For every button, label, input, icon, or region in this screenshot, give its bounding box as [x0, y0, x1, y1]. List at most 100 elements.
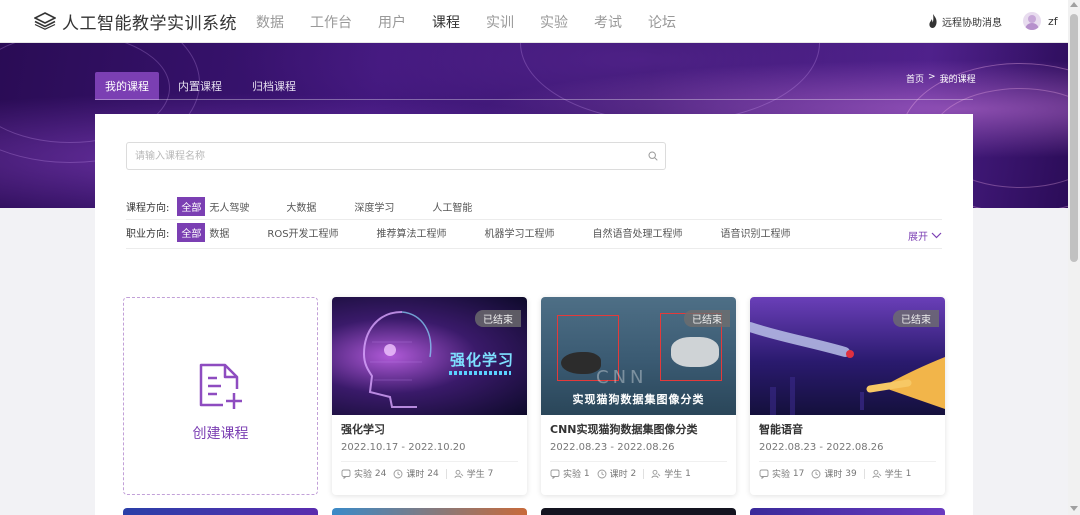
banner-swirl — [520, 43, 820, 123]
filter-divider — [126, 219, 942, 220]
course-stats: 实验 1 课时 2 学生 1 — [550, 467, 698, 480]
expand-filters-button[interactable]: 展开 — [908, 228, 942, 243]
career-chip-data[interactable]: 数据 — [209, 225, 229, 240]
career-chip-ml[interactable]: 机器学习工程师 — [485, 225, 555, 240]
search-icon[interactable] — [648, 151, 658, 161]
course-card-partial[interactable] — [750, 508, 945, 515]
course-panel: 课程方向: 全部 无人驾驶 大数据 深度学习 人工智能 职业方向: 全部 数据 … — [95, 114, 973, 515]
direction-chip-ai[interactable]: 人工智能 — [432, 199, 472, 214]
status-badge: 已结束 — [893, 310, 939, 327]
direction-filter-row: 课程方向: 全部 无人驾驶 大数据 深度学习 人工智能 — [126, 196, 472, 216]
app-logo[interactable]: 人工智能教学实训系统 — [34, 9, 237, 34]
user-icon — [454, 469, 464, 478]
user-icon — [872, 469, 882, 478]
breadcrumb: 首页 > 我的课程 — [906, 72, 980, 85]
search-input[interactable] — [127, 143, 627, 169]
status-badge: 已结束 — [475, 310, 521, 327]
create-course-card[interactable]: 创建课程 — [123, 297, 318, 495]
layers-icon — [34, 12, 56, 30]
course-stats: 实验 17 课时 39 学生 1 — [759, 467, 918, 480]
thumbnail-title: 强化学习 — [450, 351, 515, 369]
direction-filter-label: 课程方向: — [126, 202, 170, 214]
nav-item-training[interactable]: 实训 — [486, 12, 514, 32]
course-thumbnail: 已结束 — [750, 297, 945, 415]
course-thumbnail: CNN 实现猫狗数据集图像分类 已结束 — [541, 297, 736, 415]
direction-chip-all[interactable]: 全部 — [177, 196, 206, 216]
avatar — [1023, 12, 1041, 30]
course-dates: 2022.10.17 - 2022.10.20 — [341, 442, 466, 453]
clock-icon — [597, 469, 607, 478]
nav-item-courses[interactable]: 课程 — [432, 12, 460, 32]
search-box — [126, 142, 666, 170]
nav-item-exams[interactable]: 考试 — [594, 12, 622, 32]
breadcrumb-separator: > — [928, 72, 936, 82]
career-chip-ros[interactable]: ROS开发工程师 — [267, 225, 338, 240]
stat-separator — [445, 468, 447, 479]
card-divider — [550, 461, 727, 462]
thumbnail-title: 实现猫狗数据集图像分类 — [572, 393, 705, 406]
tab-archived-courses[interactable]: 归档课程 — [241, 72, 307, 100]
tab-builtin-courses[interactable]: 内置课程 — [167, 72, 233, 100]
tab-my-courses[interactable]: 我的课程 — [95, 72, 159, 100]
status-badge: 已结束 — [684, 310, 730, 327]
career-filter-row: 职业方向: 全部 数据 ROS开发工程师 推荐算法工程师 机器学习工程师 自然语… — [126, 222, 791, 242]
course-card-partial[interactable] — [541, 508, 736, 515]
students-count: 学生 1 — [651, 467, 691, 480]
career-chip-all[interactable]: 全部 — [177, 222, 206, 242]
remote-help-label: 远程协助消息 — [942, 17, 1002, 29]
scroll-up-arrow-icon[interactable] — [1070, 2, 1078, 7]
course-card-partial[interactable] — [123, 508, 318, 515]
create-course-label: 创建课程 — [192, 426, 249, 442]
main-nav: 数据 工作台 用户 课程 实训 实验 考试 论坛 — [256, 12, 702, 32]
breadcrumb-home[interactable]: 首页 — [906, 72, 924, 85]
card-divider — [341, 461, 518, 462]
course-stats: 实验 24 课时 24 学生 7 — [341, 467, 500, 480]
thumbnail-watermark: CNN — [596, 367, 648, 388]
course-dates: 2022.08.23 - 2022.08.26 — [550, 442, 675, 453]
nav-item-workbench[interactable]: 工作台 — [310, 12, 352, 32]
expand-label: 展开 — [908, 232, 928, 243]
career-chip-speech[interactable]: 语音识别工程师 — [721, 225, 791, 240]
nav-item-experiments[interactable]: 实验 — [540, 12, 568, 32]
course-card[interactable]: 强化学习 已结束 强化学习 2022.10.17 - 2022.10.20 实验… — [332, 297, 527, 495]
direction-chip-bigdata[interactable]: 大数据 — [286, 199, 316, 214]
scroll-thumb[interactable] — [1070, 14, 1078, 262]
username: zf — [1048, 14, 1058, 28]
nav-item-data[interactable]: 数据 — [256, 12, 284, 32]
hours-count: 课时 24 — [393, 467, 439, 480]
students-count: 学生 7 — [454, 467, 493, 480]
nav-item-forum[interactable]: 论坛 — [648, 12, 676, 32]
chat-icon — [759, 469, 769, 479]
experiment-count: 实验 24 — [341, 467, 386, 480]
hours-count: 课时 2 — [597, 467, 636, 480]
user-menu[interactable]: zf — [1023, 12, 1058, 30]
top-navbar: 人工智能教学实训系统 数据 工作台 用户 课程 实训 实验 考试 论坛 远程协助… — [0, 0, 1068, 43]
file-add-icon — [199, 363, 242, 409]
stat-separator — [643, 468, 645, 479]
direction-chip-autonomous[interactable]: 无人驾驶 — [209, 199, 249, 214]
tab-underline — [95, 99, 973, 100]
direction-chip-deeplearning[interactable]: 深度学习 — [354, 199, 394, 214]
course-dates: 2022.08.23 - 2022.08.26 — [759, 442, 884, 453]
experiment-count: 实验 1 — [550, 467, 590, 480]
course-card[interactable]: 已结束 智能语音 2022.08.23 - 2022.08.26 实验 17 课… — [750, 297, 945, 495]
experiment-count: 实验 17 — [759, 467, 804, 480]
page-scrollbar[interactable] — [1068, 0, 1080, 515]
scroll-down-arrow-icon[interactable] — [1070, 506, 1078, 511]
career-chip-recommend[interactable]: 推荐算法工程师 — [377, 225, 447, 240]
remote-help-button[interactable]: 远程协助消息 — [928, 13, 1002, 29]
thumbnail-stripe — [449, 371, 511, 375]
clock-icon — [811, 469, 821, 478]
chat-icon — [550, 469, 560, 479]
nav-item-users[interactable]: 用户 — [378, 12, 406, 32]
chevron-down-icon — [931, 232, 942, 239]
course-card[interactable]: CNN 实现猫狗数据集图像分类 已结束 CNN 实现猫狗数据集图像分类 2022.… — [541, 297, 736, 495]
clock-icon — [393, 469, 403, 478]
course-thumbnail: 强化学习 已结束 — [332, 297, 527, 415]
flame-icon — [929, 14, 937, 28]
career-chip-nlp[interactable]: 自然语音处理工程师 — [593, 225, 683, 240]
course-card-partial[interactable] — [332, 508, 527, 515]
course-title: 强化学习 — [341, 423, 385, 436]
user-icon — [651, 469, 661, 478]
chat-icon — [341, 469, 351, 479]
